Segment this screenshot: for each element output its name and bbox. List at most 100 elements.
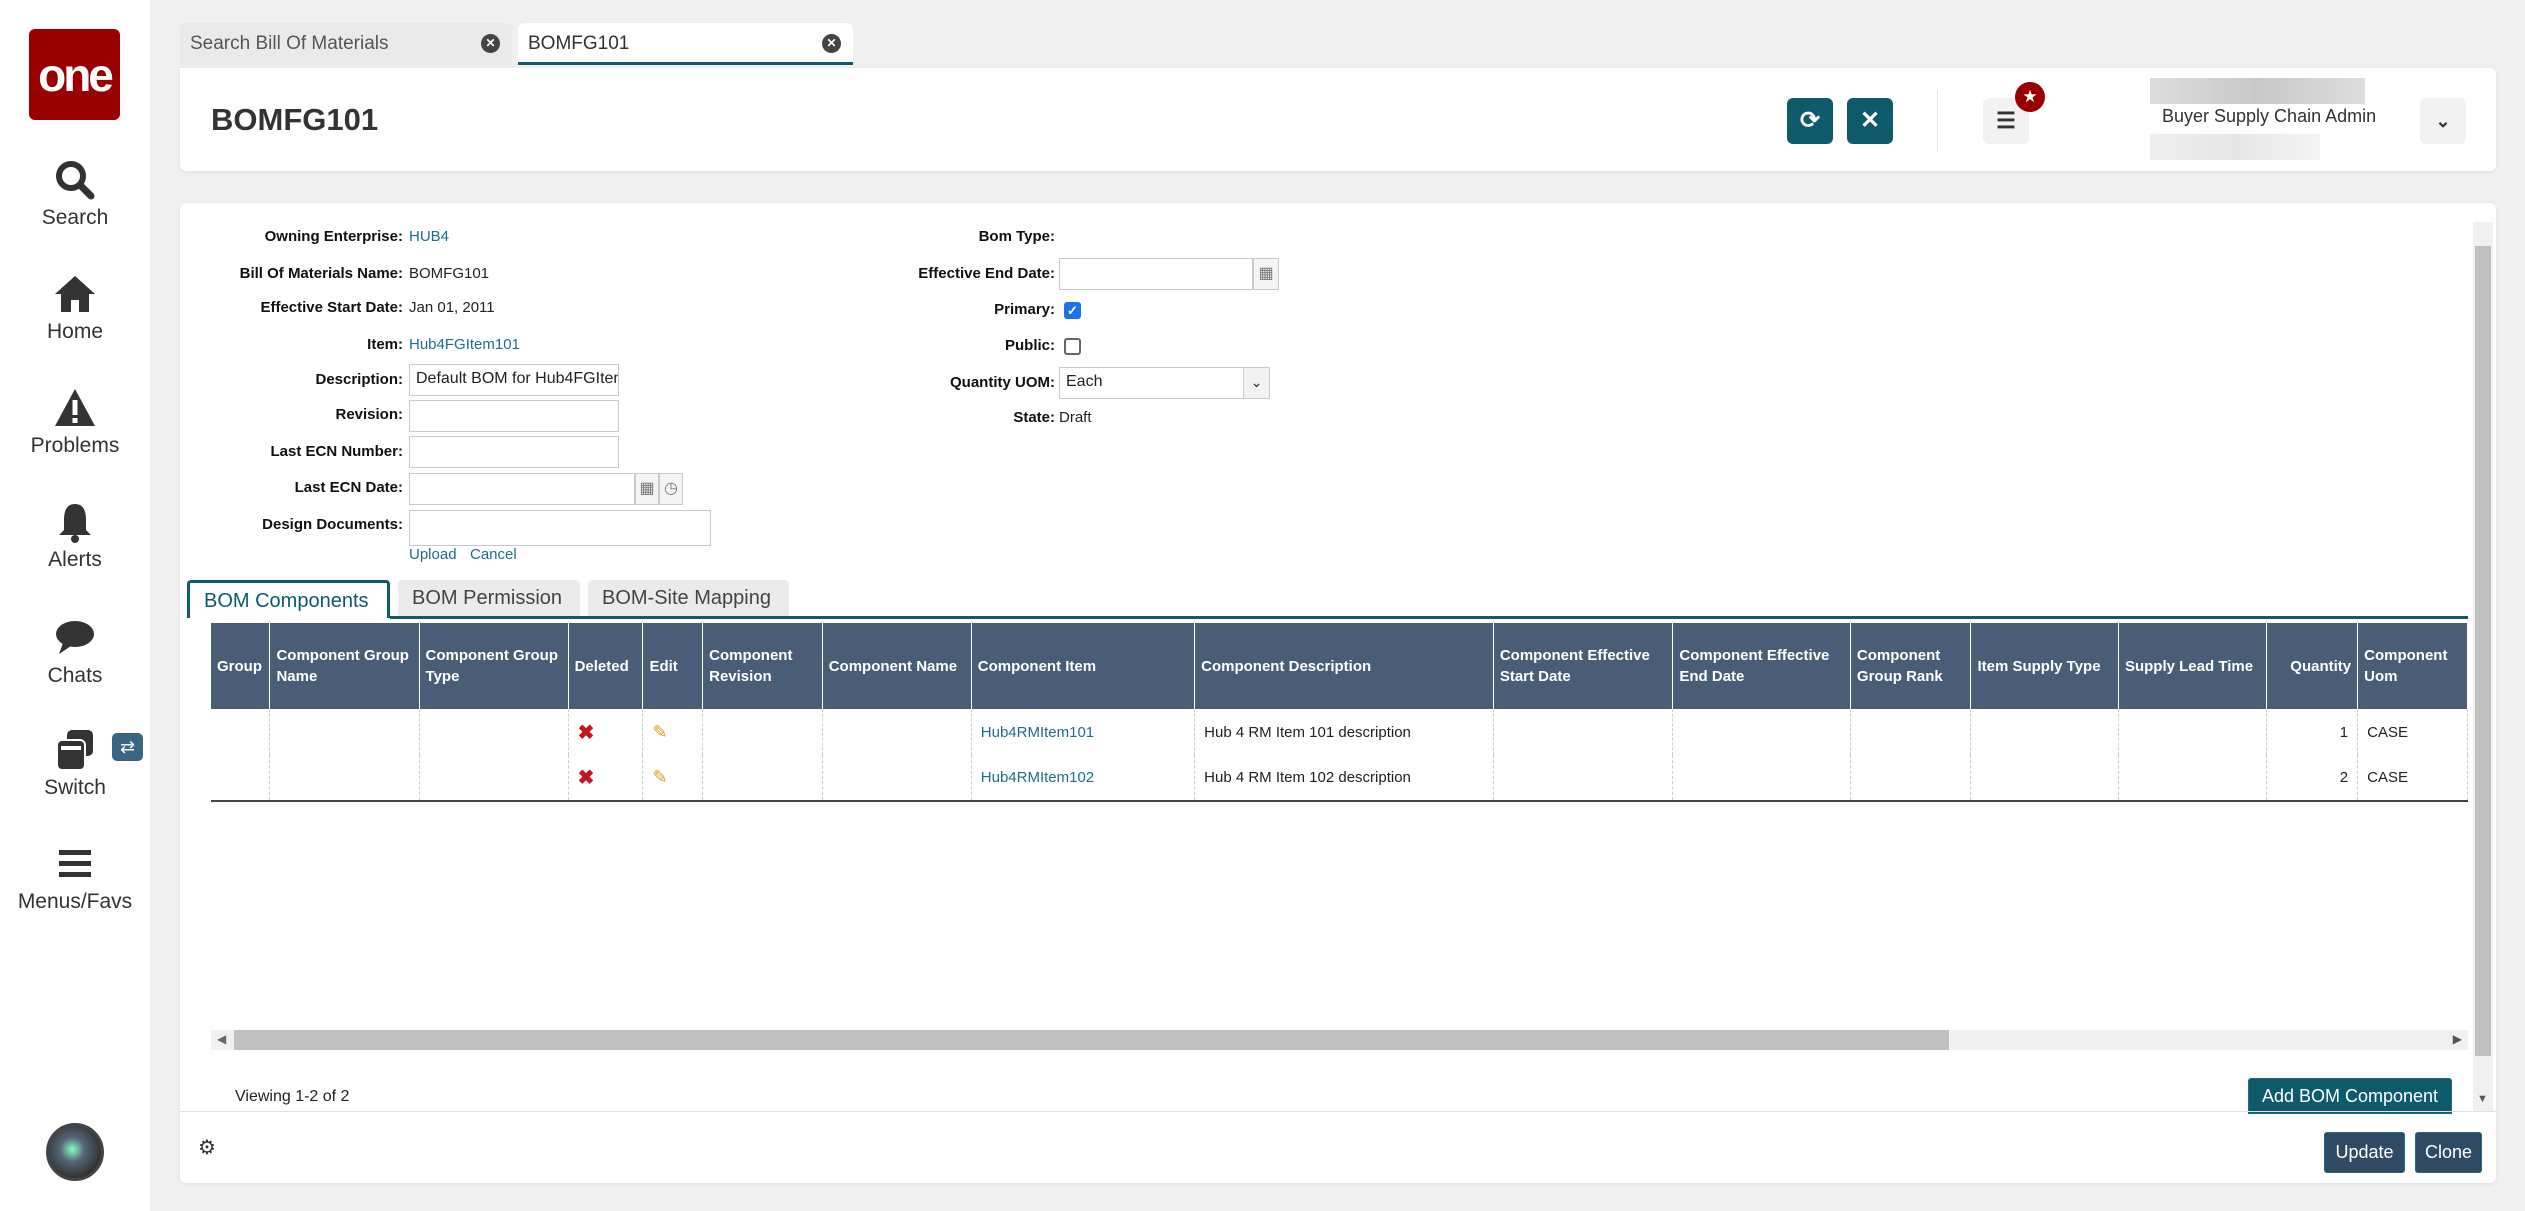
close-button[interactable]: ✕ <box>1847 98 1893 144</box>
column-header[interactable]: Edit <box>642 623 704 709</box>
column-header[interactable]: Deleted <box>568 623 644 709</box>
page-header: BOMFG101 ⟳ ✕ ☰ ★ Buyer Supply Chain Admi… <box>180 68 2496 171</box>
item-link[interactable]: Hub4FGItem101 <box>409 336 520 353</box>
column-header[interactable]: Component Item <box>971 623 1196 709</box>
clone-button[interactable]: Clone <box>2415 1132 2482 1173</box>
cell-value: CASE <box>2367 769 2408 786</box>
end-date-input[interactable] <box>1059 258 1253 290</box>
edit-icon[interactable]: ✎ <box>652 767 667 787</box>
quantity-uom-select[interactable]: Each ⌄ <box>1059 367 1270 399</box>
revision-input[interactable] <box>409 400 619 432</box>
table-cell <box>1970 709 2119 755</box>
cancel-upload-link[interactable]: Cancel <box>470 546 517 563</box>
settings-footer-icon[interactable]: ⚙ <box>198 1135 216 1160</box>
nav-label: Search <box>41 206 109 229</box>
end-date-label: Effective End Date: <box>918 265 1055 282</box>
delete-icon[interactable]: ✖ <box>578 767 595 789</box>
column-header[interactable]: Quantity <box>2266 623 2359 709</box>
nav-alerts[interactable]: Alerts <box>0 500 150 572</box>
bom-name-label: Bill Of Materials Name: <box>239 265 403 282</box>
redacted-user-detail <box>2150 134 2320 160</box>
user-avatar[interactable] <box>46 1123 104 1181</box>
tab-bom-permission[interactable]: BOM Permission <box>398 580 580 618</box>
upload-link[interactable]: Upload <box>409 546 457 563</box>
design-documents-input[interactable] <box>409 510 711 546</box>
favorite-star-icon[interactable]: ★ <box>2015 82 2045 112</box>
tab-label: BOMFG101 <box>528 33 630 54</box>
close-tab-icon[interactable]: ✕ <box>822 34 841 53</box>
primary-checkbox[interactable]: ✓ <box>1064 302 1081 319</box>
scroll-down-icon[interactable]: ▼ <box>2477 1093 2488 1105</box>
update-button[interactable]: Update <box>2324 1132 2405 1173</box>
quantity-uom-value: Each <box>1066 373 1103 390</box>
scrollbar-thumb[interactable] <box>234 1030 1949 1050</box>
tab-bom-components[interactable]: BOM Components <box>187 580 390 618</box>
state-label: State: <box>1013 409 1055 426</box>
scrollbar-thumb[interactable] <box>2475 246 2491 1056</box>
switch-icon <box>56 730 93 771</box>
edit-icon[interactable]: ✎ <box>652 722 667 742</box>
nav-menus-favs[interactable]: Menus/Favs <box>0 842 150 914</box>
nav-home[interactable]: Home <box>0 272 150 344</box>
calendar-icon[interactable]: ▦ <box>1253 258 1279 290</box>
nav-label: Home <box>46 320 104 343</box>
column-header[interactable]: Component Group Type <box>419 623 569 709</box>
scroll-right-icon[interactable]: ▶ <box>2453 1032 2462 1046</box>
column-header[interactable]: Component Revision <box>702 623 823 709</box>
column-header[interactable]: Supply Lead Time <box>2118 623 2268 709</box>
delete-icon[interactable]: ✖ <box>578 722 595 744</box>
column-header[interactable]: Component Group Rank <box>1850 623 1972 709</box>
column-header[interactable]: Component Name <box>822 623 972 709</box>
column-header[interactable]: Component Description <box>1194 623 1494 709</box>
horizontal-scrollbar[interactable]: ◀ ▶ <box>211 1030 2468 1050</box>
component-item-link[interactable]: Hub4RMItem102 <box>981 769 1094 786</box>
chat-icon <box>56 621 94 654</box>
table-cell <box>419 755 569 802</box>
close-tab-icon[interactable]: ✕ <box>481 34 500 53</box>
calendar-icon[interactable]: ▦ <box>635 473 659 505</box>
column-header[interactable]: Component Effective Start Date <box>1493 623 1674 709</box>
clock-icon[interactable]: ◷ <box>659 473 683 505</box>
search-icon <box>56 161 95 200</box>
refresh-button[interactable]: ⟳ <box>1787 98 1833 144</box>
switch-arrows-icon[interactable]: ⇄ <box>112 733 143 761</box>
add-bom-component-button[interactable]: Add BOM Component <box>2248 1078 2452 1114</box>
table-cell <box>822 755 972 802</box>
column-header[interactable]: Group <box>211 623 271 709</box>
table-row: ✖ ✎ Hub4RMItem101 Hub 4 RM Item 101 descrip… <box>211 709 2468 755</box>
nav-search[interactable]: Search <box>0 158 150 230</box>
scroll-left-icon[interactable]: ◀ <box>217 1032 226 1046</box>
table-cell <box>1493 709 1674 755</box>
user-dropdown-button[interactable]: ⌄ <box>2420 98 2466 144</box>
table-cell <box>211 755 271 802</box>
table-cell <box>702 755 823 802</box>
chevron-down-icon[interactable]: ⌄ <box>1243 368 1269 398</box>
tab-bom-site-mapping[interactable]: BOM-Site Mapping <box>588 580 789 618</box>
table-cell: 1 <box>2266 709 2359 755</box>
cell-value: Hub 4 RM Item 101 description <box>1204 723 1411 741</box>
vertical-scrollbar[interactable]: ▼ <box>2473 222 2493 1111</box>
description-input[interactable]: Default BOM for Hub4FGItem101 <box>409 364 619 396</box>
tab-label: Search Bill Of Materials <box>190 33 389 54</box>
cell-value: 1 <box>2339 723 2349 741</box>
last-ecn-number-input[interactable] <box>409 436 619 468</box>
tab-search-bom[interactable]: Search Bill Of Materials ✕ <box>180 23 512 65</box>
owning-enterprise-link[interactable]: HUB4 <box>409 228 449 245</box>
nav-label: Alerts <box>48 548 102 571</box>
table-row: ✖ ✎ Hub4RMItem102 Hub 4 RM Item 102 descrip… <box>211 755 2468 802</box>
app-logo[interactable]: one <box>29 29 120 120</box>
column-header[interactable]: Component Effective End Date <box>1672 623 1851 709</box>
public-checkbox[interactable] <box>1064 338 1081 355</box>
hamburger-icon: ☰ <box>1996 108 2016 133</box>
column-header[interactable]: Component Group Name <box>269 623 420 709</box>
nav-chats[interactable]: Chats <box>0 616 150 688</box>
tab-bomfg101[interactable]: BOMFG101 ✕ <box>518 23 853 65</box>
description-label: Description: <box>315 371 403 388</box>
column-header[interactable]: Item Supply Type <box>1970 623 2119 709</box>
last-ecn-date-input[interactable] <box>409 473 635 505</box>
column-header[interactable]: Component Uom <box>2357 623 2468 709</box>
component-item-link[interactable]: Hub4RMItem101 <box>981 724 1094 741</box>
table-cell: Hub 4 RM Item 101 description <box>1194 709 1494 755</box>
primary-label: Primary: <box>994 301 1055 318</box>
nav-problems[interactable]: Problems <box>0 386 150 458</box>
